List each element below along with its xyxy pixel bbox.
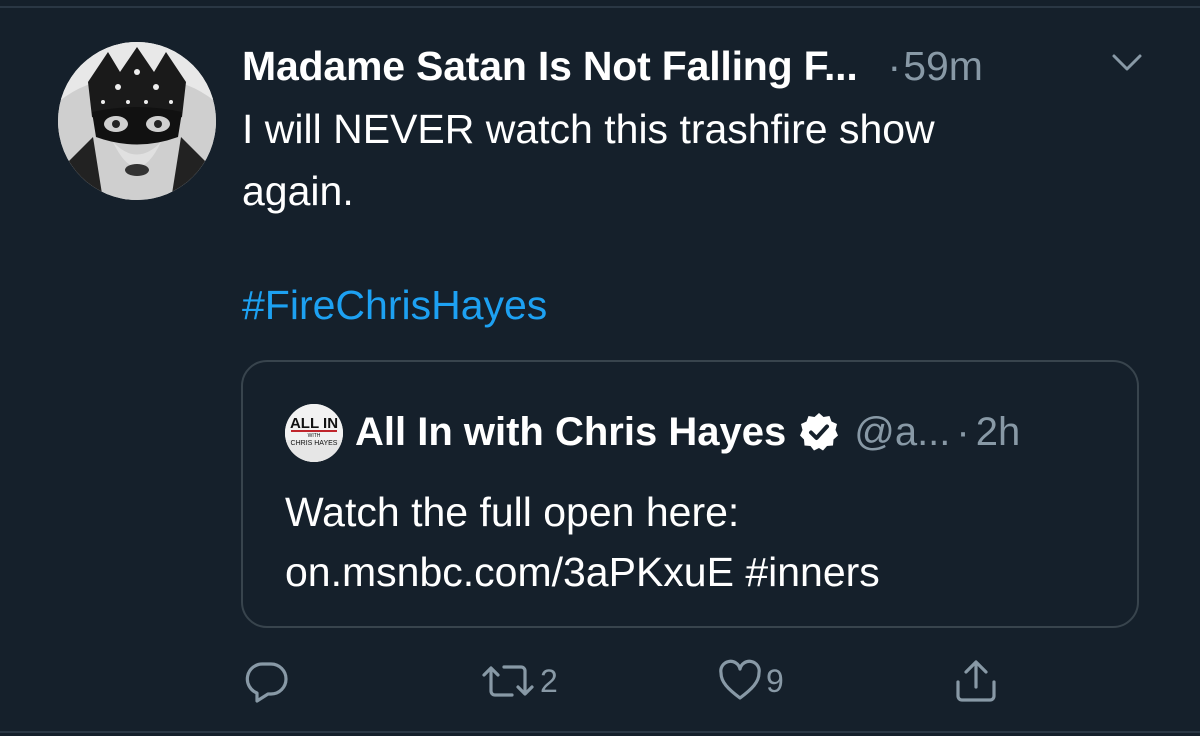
- logo-text-bottom: CHRIS HAYES: [291, 440, 338, 447]
- hashtag-line: #FireChrisHayes: [242, 274, 547, 336]
- chevron-down-icon[interactable]: [1110, 50, 1144, 76]
- like-icon: [719, 659, 761, 700]
- quoted-avatar: ALL IN WITH CHRIS HAYES: [285, 404, 343, 462]
- verified-badge-icon: [800, 413, 839, 451]
- like-button[interactable]: 9: [718, 658, 784, 704]
- share-button[interactable]: [954, 658, 998, 704]
- quoted-text-line: Watch the full open here:: [285, 489, 740, 535]
- reply-icon: [245, 662, 288, 703]
- quoted-handle: @a...: [854, 409, 951, 454]
- quoted-timestamp: 2h: [975, 409, 1021, 454]
- avatar[interactable]: [58, 42, 216, 200]
- tweet-timestamp[interactable]: 59m: [903, 43, 983, 90]
- quoted-tweet-card[interactable]: ALL IN WITH CHRIS HAYES All In with Chri…: [241, 360, 1139, 628]
- quoted-separator: ·: [956, 409, 970, 454]
- tweet-actions: 2 9: [0, 652, 1200, 712]
- hashtag-link[interactable]: #FireChrisHayes: [242, 282, 547, 328]
- quoted-header: All In with Chris Hayes @a... · 2h: [355, 402, 1020, 462]
- logo-text-mid: WITH: [308, 433, 321, 439]
- tweet-text-line: I will NEVER watch this trashfire show: [242, 106, 935, 152]
- display-name[interactable]: Madame Satan Is Not Falling F...: [242, 43, 858, 90]
- tweet-text-line: again.: [242, 168, 354, 214]
- retweet-button[interactable]: 2: [480, 658, 558, 704]
- bottom-divider: [0, 731, 1200, 733]
- meta-separator: ·: [887, 42, 902, 89]
- avatar-image: [58, 42, 216, 200]
- retweet-icon: [482, 665, 534, 697]
- top-divider: [0, 6, 1200, 8]
- quoted-text-line: on.msnbc.com/3aPKxuE #inners: [285, 549, 880, 595]
- share-icon: [956, 660, 996, 702]
- quoted-text: Watch the full open here: on.msnbc.com/3…: [285, 482, 1105, 602]
- all-in-logo: ALL IN WITH CHRIS HAYES: [285, 404, 343, 462]
- like-count: 9: [766, 662, 784, 699]
- tweet-header: Madame Satan Is Not Falling F... · 59m: [242, 38, 983, 94]
- tweet-text: I will NEVER watch this trashfire show a…: [242, 98, 1102, 222]
- reply-button[interactable]: [244, 658, 294, 704]
- quoted-display-name: All In with Chris Hayes: [355, 409, 787, 454]
- logo-text-top: ALL IN: [290, 415, 338, 432]
- retweet-count: 2: [540, 662, 558, 699]
